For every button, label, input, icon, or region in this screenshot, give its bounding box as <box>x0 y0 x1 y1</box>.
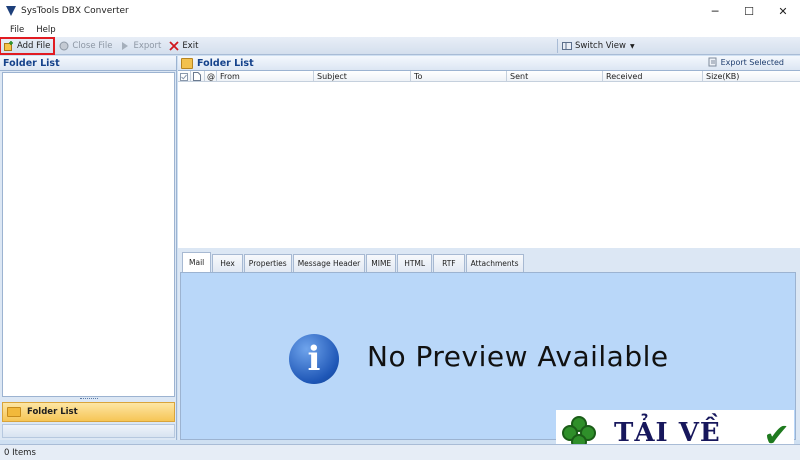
tab-mail[interactable]: Mail <box>182 252 212 272</box>
preview-tabs: Mail Hex Properties Message Header MIME … <box>182 252 525 272</box>
message-grid-header: @ From Subject To Sent Received Size(KB) <box>178 71 800 82</box>
column-from[interactable]: From <box>217 71 314 82</box>
message-grid[interactable] <box>178 82 800 248</box>
tab-mime[interactable]: MIME <box>366 254 397 272</box>
tab-attachments[interactable]: Attachments <box>465 254 524 272</box>
toolbar: Add File Close File Export Exit Switch V… <box>0 36 800 55</box>
exit-button[interactable]: Exit <box>166 38 201 54</box>
add-file-button[interactable]: Add File <box>0 36 56 55</box>
splitter-handle[interactable] <box>80 398 98 400</box>
item-count: 0 Items <box>4 447 36 458</box>
folder-list-button-label: Folder List <box>27 407 78 417</box>
column-subject[interactable]: Subject <box>314 71 411 82</box>
export-selected-label: Export Selected <box>720 57 784 67</box>
tab-html[interactable]: HTML <box>397 254 433 272</box>
add-file-label: Add File <box>17 40 51 51</box>
export-arrow-icon <box>120 41 130 51</box>
toolbar-separator <box>557 39 558 53</box>
column-size[interactable]: Size(KB) <box>703 71 800 82</box>
title-bar: SysTools DBX Converter ─ ☐ ✕ <box>0 0 800 22</box>
column-sent[interactable]: Sent <box>507 71 603 82</box>
folder-list-icon <box>181 57 193 69</box>
close-file-icon <box>59 41 69 51</box>
window-controls: ─ ☐ ✕ <box>698 0 800 22</box>
switch-view-label: Switch View <box>575 41 626 51</box>
status-bar: 0 Items <box>0 444 800 460</box>
window-title: SysTools DBX Converter <box>21 6 129 16</box>
export-selected-icon <box>708 57 718 67</box>
exit-label: Exit <box>182 40 199 51</box>
minimize-button[interactable]: ─ <box>698 0 732 22</box>
close-file-button[interactable]: Close File <box>56 38 115 54</box>
export-selected-button[interactable]: Export Selected <box>708 57 784 67</box>
switch-view-dropdown[interactable]: Switch View ▼ <box>562 38 635 54</box>
chevron-down-icon: ▼ <box>629 42 635 50</box>
attachment-column-icon[interactable]: @ <box>205 71 217 82</box>
folder-icon <box>7 407 21 417</box>
tab-rtf[interactable]: RTF <box>433 254 465 272</box>
info-icon: i <box>289 334 339 384</box>
maximize-button[interactable]: ☐ <box>732 0 766 22</box>
tab-properties[interactable]: Properties <box>243 254 292 272</box>
export-button[interactable]: Export <box>117 38 164 54</box>
exit-x-icon <box>169 40 179 51</box>
menu-help[interactable]: Help <box>30 25 61 35</box>
message-list-title: Folder List <box>197 57 254 69</box>
column-to[interactable]: To <box>411 71 507 82</box>
switch-view-icon <box>562 41 572 51</box>
document-column-icon[interactable] <box>191 71 205 82</box>
tab-message-header[interactable]: Message Header <box>292 254 366 272</box>
close-window-button[interactable]: ✕ <box>766 0 800 22</box>
select-all-checkbox[interactable] <box>178 71 191 82</box>
no-preview-message: No Preview Available <box>367 340 669 373</box>
export-label: Export <box>133 40 162 51</box>
folder-list-button[interactable]: Folder List <box>2 402 175 422</box>
add-file-icon <box>4 40 14 51</box>
tab-hex[interactable]: Hex <box>212 254 243 272</box>
left-pane: Folder List Folder List <box>0 56 177 440</box>
column-received[interactable]: Received <box>603 71 703 82</box>
app-logo-icon <box>6 6 16 16</box>
folder-tree[interactable] <box>2 72 175 397</box>
left-pane-title: Folder List <box>0 56 176 71</box>
menu-file[interactable]: File <box>4 25 30 35</box>
message-list-header: Folder List Export Selected <box>178 56 800 71</box>
left-pane-footer <box>2 424 175 438</box>
close-file-label: Close File <box>72 40 113 51</box>
menu-bar: File Help <box>0 22 800 37</box>
